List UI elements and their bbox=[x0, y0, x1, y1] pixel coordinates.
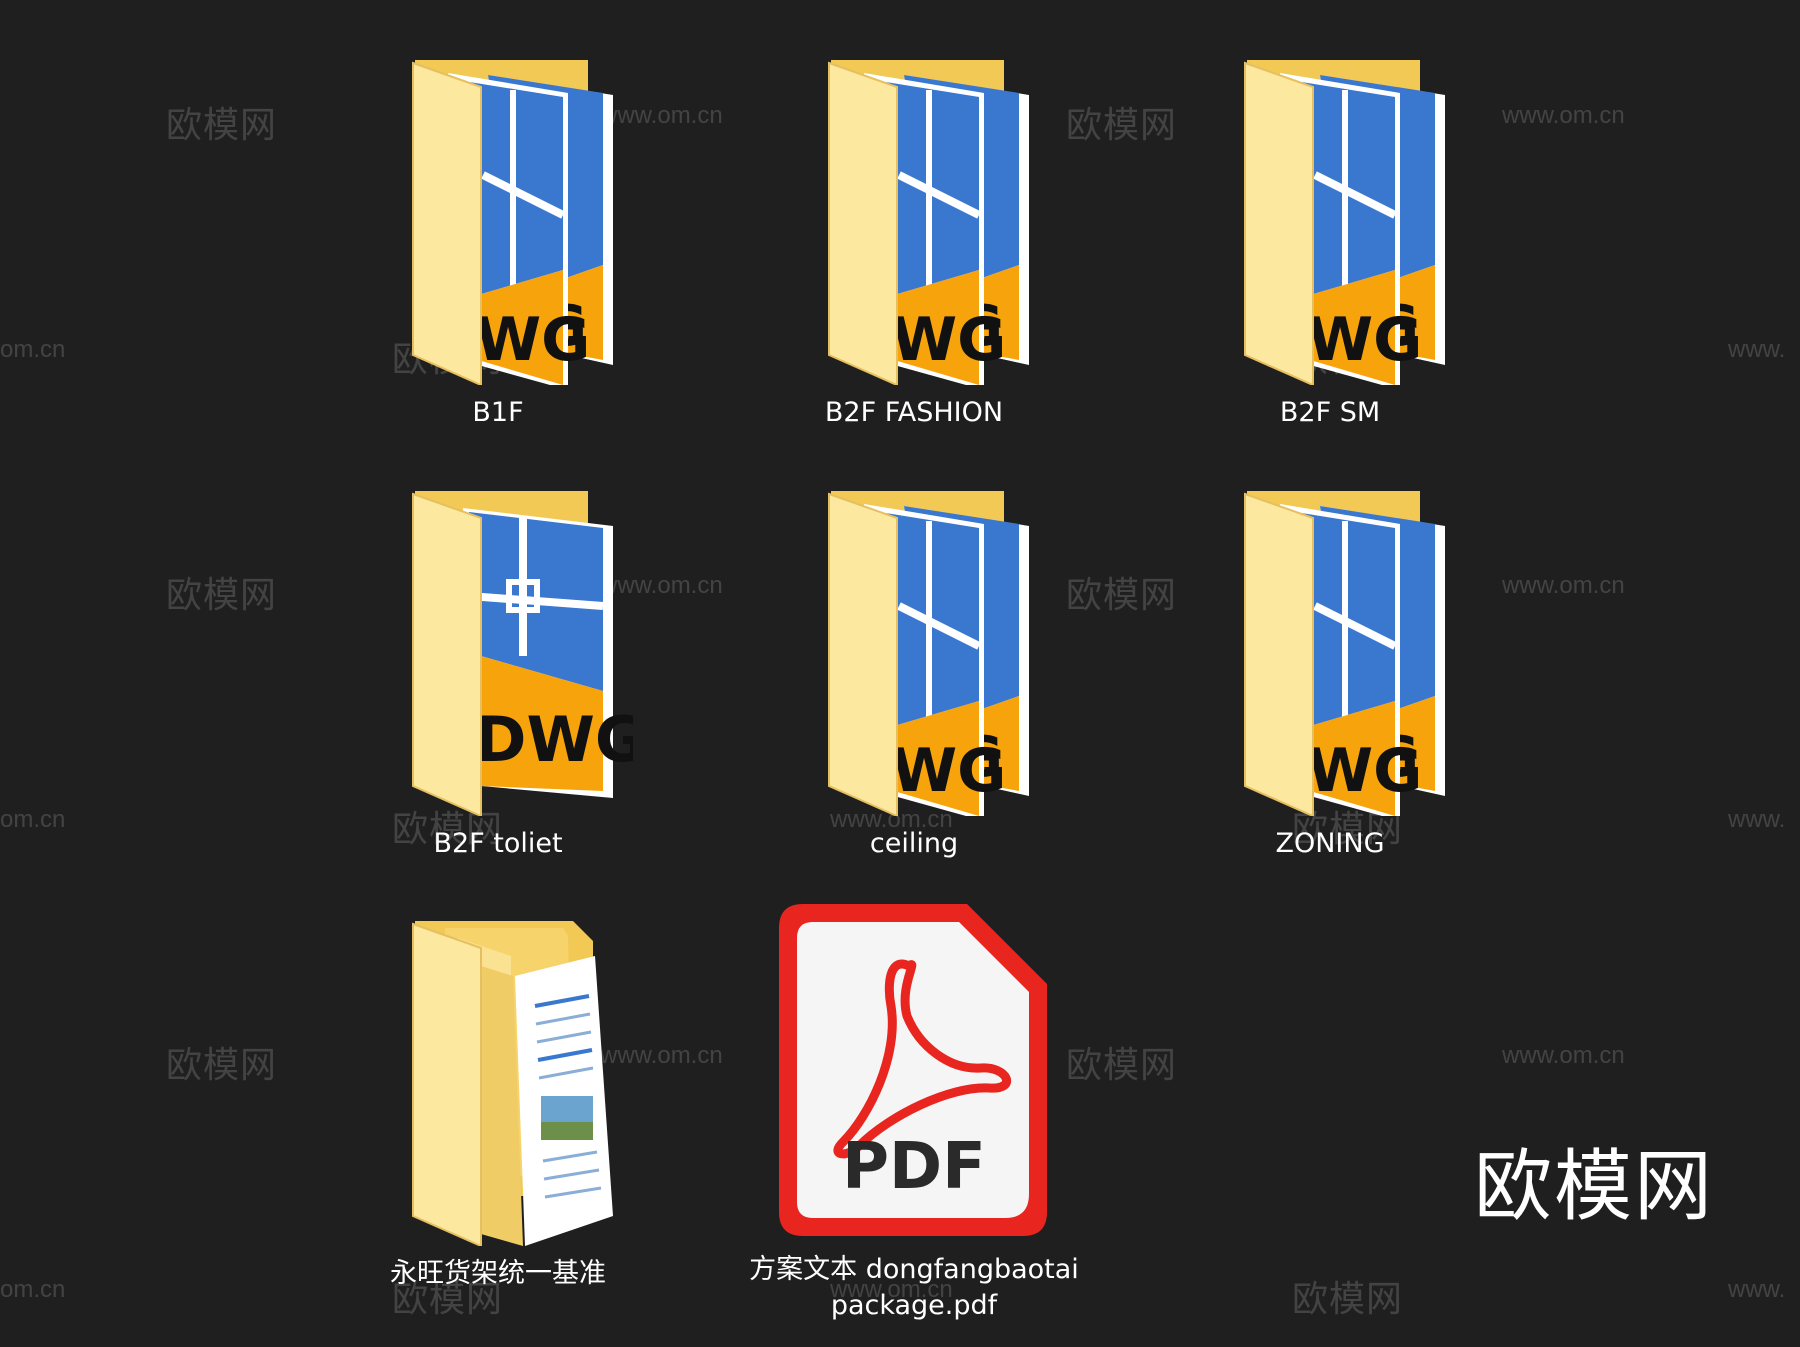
folder-item-documents[interactable]: 永旺货架统一基准 bbox=[288, 916, 708, 1292]
dwg-folder-icon: G WG bbox=[779, 486, 1049, 816]
watermark-text: 欧模网 bbox=[166, 1044, 278, 1085]
svg-text:WG: WG bbox=[891, 305, 1006, 375]
watermark-url: www. bbox=[1728, 806, 1786, 833]
folder-label: B2F FASHION bbox=[824, 397, 1004, 428]
dwg-folder-icon: G WG bbox=[779, 55, 1049, 385]
folder-label: ZONING bbox=[1275, 828, 1385, 859]
dwg-folder-icon: DWG bbox=[363, 486, 633, 816]
folder-label: B2F SM bbox=[1279, 397, 1381, 428]
watermark-url: www. bbox=[1728, 1276, 1786, 1303]
folder-item-b2f-toliet[interactable]: DWG B2F toliet bbox=[288, 486, 708, 862]
pdf-file-label-line1: 方案文本 dongfangbaotai bbox=[749, 1254, 1079, 1285]
folder-label: B1F bbox=[472, 397, 524, 428]
dwg-folder-icon: G WG bbox=[363, 55, 633, 385]
svg-text:WG: WG bbox=[475, 305, 590, 375]
watermark-url: www. bbox=[1728, 336, 1786, 363]
pdf-file-label-line2: package.pdf bbox=[830, 1290, 998, 1321]
svg-text:WG: WG bbox=[1307, 305, 1422, 375]
folder-label: 永旺货架统一基准 bbox=[390, 1258, 606, 1289]
folder-item-b1f[interactable]: G WG B1F bbox=[288, 55, 708, 431]
folder-item-zoning[interactable]: G WG ZONING bbox=[1120, 486, 1540, 862]
watermark-url: www.om.cn bbox=[1502, 1042, 1625, 1069]
watermark-url: om.cn bbox=[0, 806, 66, 833]
svg-text:DWG: DWG bbox=[475, 703, 633, 776]
folder-item-b2f-sm[interactable]: G WG B2F SM bbox=[1120, 55, 1540, 431]
folder-label: B2F toliet bbox=[433, 828, 563, 859]
watermark-url: om.cn bbox=[0, 1276, 66, 1303]
dwg-folder-icon: G WG bbox=[1195, 55, 1465, 385]
watermark-text: 欧模网 bbox=[166, 104, 278, 145]
folder-item-ceiling[interactable]: G WG ceiling bbox=[704, 486, 1124, 862]
svg-text:WG: WG bbox=[891, 736, 1006, 806]
dwg-folder-icon: G WG bbox=[1195, 486, 1465, 816]
brand-watermark-logo: 欧模网 bbox=[1474, 1142, 1715, 1232]
pdf-badge-text: PDF bbox=[842, 1130, 986, 1204]
folder-item-b2f-fashion[interactable]: G WG B2F FASHION bbox=[704, 55, 1124, 431]
pdf-file-item[interactable]: PDF 方案文本 dongfangbaotai package.pdf bbox=[704, 896, 1124, 1324]
watermark-text: 欧模网 bbox=[166, 574, 278, 615]
watermark-url: om.cn bbox=[0, 336, 66, 363]
pdf-file-icon: PDF bbox=[769, 896, 1059, 1246]
folder-label: ceiling bbox=[869, 828, 959, 859]
svg-text:WG: WG bbox=[1307, 736, 1422, 806]
file-explorer-view: 欧模网 www.om.cn 欧模网 www.om.cn om.cn 欧模网 ww… bbox=[0, 0, 1800, 1347]
watermark-text: 欧模网 bbox=[1292, 1278, 1404, 1319]
document-folder-icon bbox=[363, 916, 633, 1246]
